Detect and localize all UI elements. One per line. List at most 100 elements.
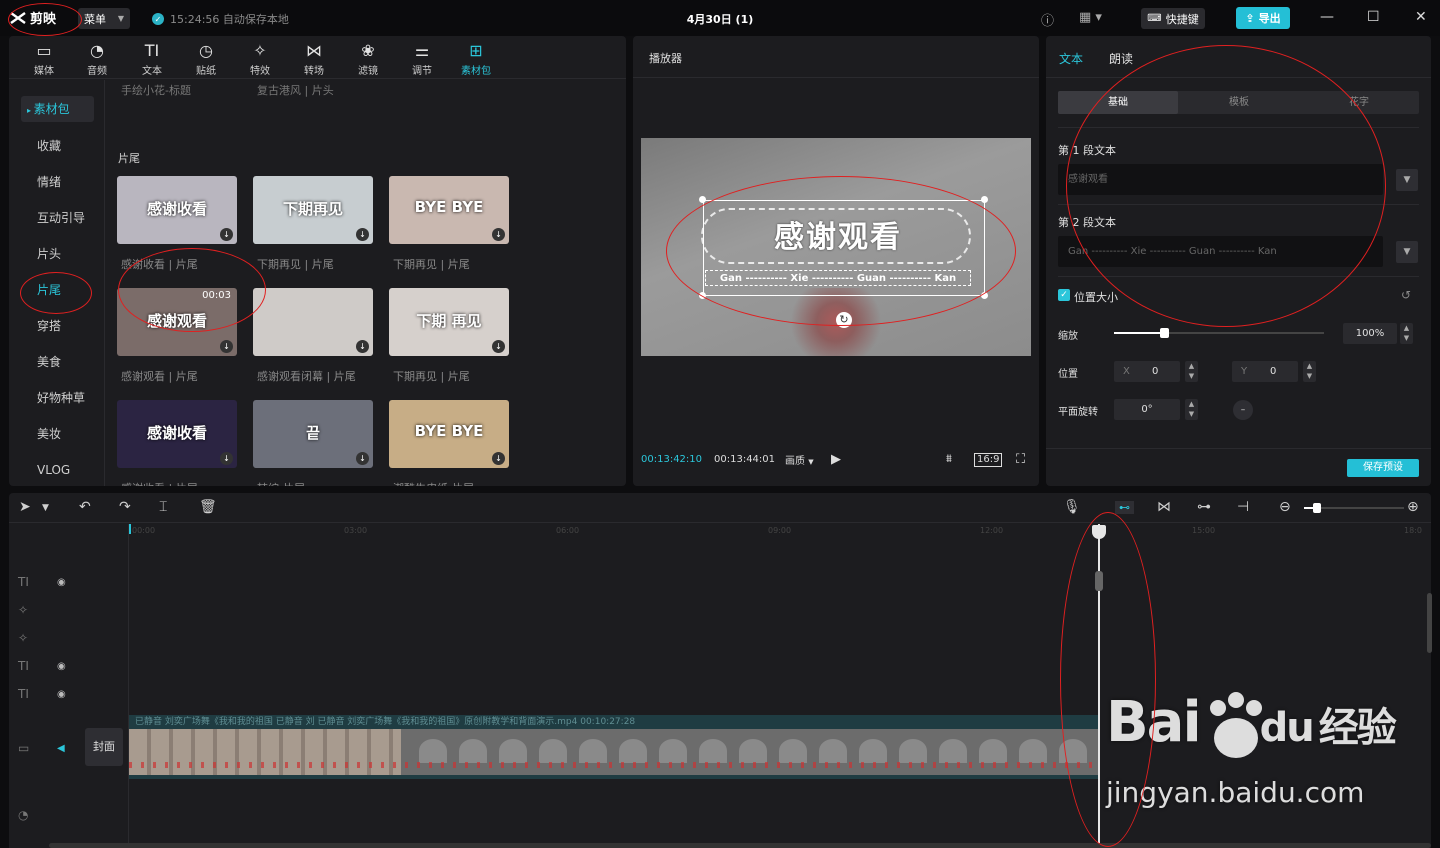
tab-material-pack[interactable]: ⊞ 素材包 [453, 40, 499, 77]
tab-transition[interactable]: ⋈ 转场 [291, 40, 337, 77]
segment-template[interactable]: 模板 [1179, 91, 1299, 114]
sidenav-item-interaction[interactable]: 互动引导 [21, 205, 94, 231]
microphone-icon[interactable]: 🎙 [1063, 499, 1081, 515]
magnet-link-icon[interactable]: ⊷ [1115, 501, 1134, 514]
zoom-slider-knob[interactable] [1313, 503, 1321, 513]
eye-icon[interactable]: ◉ [57, 577, 66, 588]
download-icon[interactable]: ↓ [356, 340, 369, 353]
eye-icon[interactable]: ◉ [57, 661, 66, 672]
sidenav-item-mood[interactable]: 情绪 [21, 169, 94, 195]
link-icon[interactable]: ⊶ [1197, 499, 1211, 515]
app-logo[interactable]: 剪映 [10, 8, 56, 27]
para1-text-input[interactable]: 感谢观看 [1058, 164, 1383, 195]
position-x-input[interactable]: X0 [1114, 361, 1180, 382]
position-y-input[interactable]: Y0 [1232, 361, 1298, 382]
sidenav-item-material-pack[interactable]: ▸ 素材包 [21, 96, 94, 122]
scale-stepper[interactable]: ▲ ▼ [1400, 323, 1413, 344]
material-thumbnail[interactable]: 感谢观看 00:03 ↓ [117, 288, 237, 356]
scale-value-input[interactable]: 100% [1343, 323, 1397, 344]
timeline-scrollbar[interactable] [49, 843, 1431, 848]
close-icon[interactable]: ✕ [1415, 9, 1427, 25]
download-icon[interactable]: ↓ [492, 340, 505, 353]
delete-icon[interactable]: 🗑 [199, 499, 217, 515]
zoom-out-icon[interactable]: ⊖ [1279, 499, 1291, 515]
mute-icon[interactable]: ◀ [57, 743, 65, 754]
minimize-icon[interactable]: — [1320, 9, 1334, 25]
material-thumbnail[interactable]: ↓ [253, 288, 373, 356]
para2-text-input[interactable]: Gan ---------- Xie ---------- Guan -----… [1058, 236, 1383, 267]
scale-slider-track[interactable] [1114, 328, 1324, 338]
rotate-stepper[interactable]: ▲ ▼ [1185, 399, 1198, 420]
undo-icon[interactable]: ↶ [79, 499, 91, 515]
material-thumbnail[interactable]: 下期 再见 ↓ [389, 288, 509, 356]
reset-icon[interactable]: ↺ [1401, 288, 1411, 302]
quality-dropdown[interactable]: 画质 ▼ [785, 452, 814, 467]
position-x-stepper[interactable]: ▲ ▼ [1185, 361, 1198, 382]
tab-audio[interactable]: ◔ 音频 [74, 40, 120, 77]
resize-handle[interactable] [981, 196, 988, 203]
sidenav-item-outro[interactable]: 片尾 [21, 277, 94, 303]
rotate-value-input[interactable]: 0° [1114, 399, 1180, 420]
zoom-slider-track[interactable] [1304, 503, 1404, 513]
layout-icon[interactable]: ▦ ▾ [1079, 10, 1102, 25]
download-icon[interactable]: ↓ [220, 340, 233, 353]
snap-icon[interactable]: ⋈ [1157, 499, 1171, 515]
fullscreen-icon[interactable]: ⛶ [1016, 452, 1025, 467]
material-thumbnail[interactable]: 感谢收看 ↓ [117, 400, 237, 468]
split-icon[interactable]: ⌶ [159, 499, 167, 515]
sidenav-item-intro[interactable]: 片头 [21, 241, 94, 267]
download-icon[interactable]: ↓ [492, 228, 505, 241]
time-ruler[interactable]: 00:00 03:00 06:00 09:00 12:00 15:00 18:0 [129, 524, 1431, 538]
download-icon[interactable]: ↓ [492, 452, 505, 465]
rotate-handle-icon[interactable]: ↻ [836, 312, 852, 328]
help-icon[interactable]: ⓘ [1041, 10, 1054, 29]
scale-slider-knob[interactable] [1160, 328, 1170, 338]
material-thumbnail[interactable]: 끝 ↓ [253, 400, 373, 468]
shortcut-button[interactable]: ⌨ 快捷键 [1141, 8, 1205, 29]
preview-axis-icon[interactable]: ⊣ [1237, 499, 1249, 515]
material-thumbnail[interactable]: BYE BYE ↓ [389, 400, 509, 468]
segment-fancy-text[interactable]: 花字 [1299, 91, 1419, 114]
chevron-down-icon[interactable]: ▼ [42, 503, 49, 513]
export-button[interactable]: ⇪ 导出 [1236, 7, 1290, 29]
zoom-in-icon[interactable]: ⊕ [1407, 499, 1419, 515]
tab-text-props[interactable]: 文本 [1059, 50, 1083, 67]
download-icon[interactable]: ↓ [356, 228, 369, 241]
tab-effects[interactable]: ✧ 特效 [237, 40, 283, 77]
sidenav-item-outfit[interactable]: 穿搭 [21, 313, 94, 339]
tab-read-aloud[interactable]: 朗读 [1109, 50, 1133, 67]
eye-icon[interactable]: ◉ [57, 689, 66, 700]
download-icon[interactable]: ↓ [356, 452, 369, 465]
tab-sticker[interactable]: ◷ 贴纸 [183, 40, 229, 77]
aspect-ratio-button[interactable]: 16:9 [974, 453, 1003, 467]
save-preset-button[interactable]: 保存预设 [1347, 459, 1419, 477]
download-icon[interactable]: ↓ [220, 452, 233, 465]
playhead-handle-icon[interactable] [1092, 525, 1106, 539]
segment-basic[interactable]: 基础 [1058, 91, 1178, 114]
select-cursor-icon[interactable]: ➤ [19, 499, 31, 515]
sidenav-item-goods[interactable]: 好物种草 [21, 385, 94, 411]
resize-handle[interactable] [699, 292, 706, 299]
video-preview[interactable]: 感谢观看 Gan ---------- Xie ---------- Guan … [641, 138, 1031, 356]
play-icon[interactable]: ▶ [831, 452, 841, 467]
tab-filter[interactable]: ❀ 滤镜 [345, 40, 391, 77]
waveform-icon[interactable]: ⩩ [946, 452, 952, 466]
maximize-icon[interactable]: ☐ [1367, 9, 1380, 25]
main-video-clip[interactable] [129, 729, 1099, 775]
sidenav-item-makeup[interactable]: 美妆 [21, 421, 94, 447]
position-size-checkbox[interactable]: ✓ [1058, 289, 1070, 301]
rotate-dial-icon[interactable]: – [1233, 400, 1253, 420]
material-thumbnail[interactable]: 下期再见 ↓ [253, 176, 373, 244]
sidenav-item-favorites[interactable]: 收藏 [21, 133, 94, 159]
download-icon[interactable]: ↓ [220, 228, 233, 241]
para2-expand-icon[interactable]: ▼ [1396, 241, 1418, 263]
vertical-scrollbar[interactable] [1427, 593, 1432, 653]
menu-button[interactable]: 菜单 ▼ [78, 8, 130, 29]
material-thumbnail[interactable]: 感谢收看 ↓ [117, 176, 237, 244]
tab-adjust[interactable]: ⚌ 调节 [399, 40, 445, 77]
text-selection-box[interactable] [703, 200, 985, 296]
tab-media[interactable]: ▭ 媒体 [21, 40, 67, 77]
cover-button[interactable]: 封面 [85, 728, 123, 766]
position-y-stepper[interactable]: ▲ ▼ [1303, 361, 1316, 382]
sidenav-item-vlog[interactable]: VLOG [21, 457, 94, 483]
